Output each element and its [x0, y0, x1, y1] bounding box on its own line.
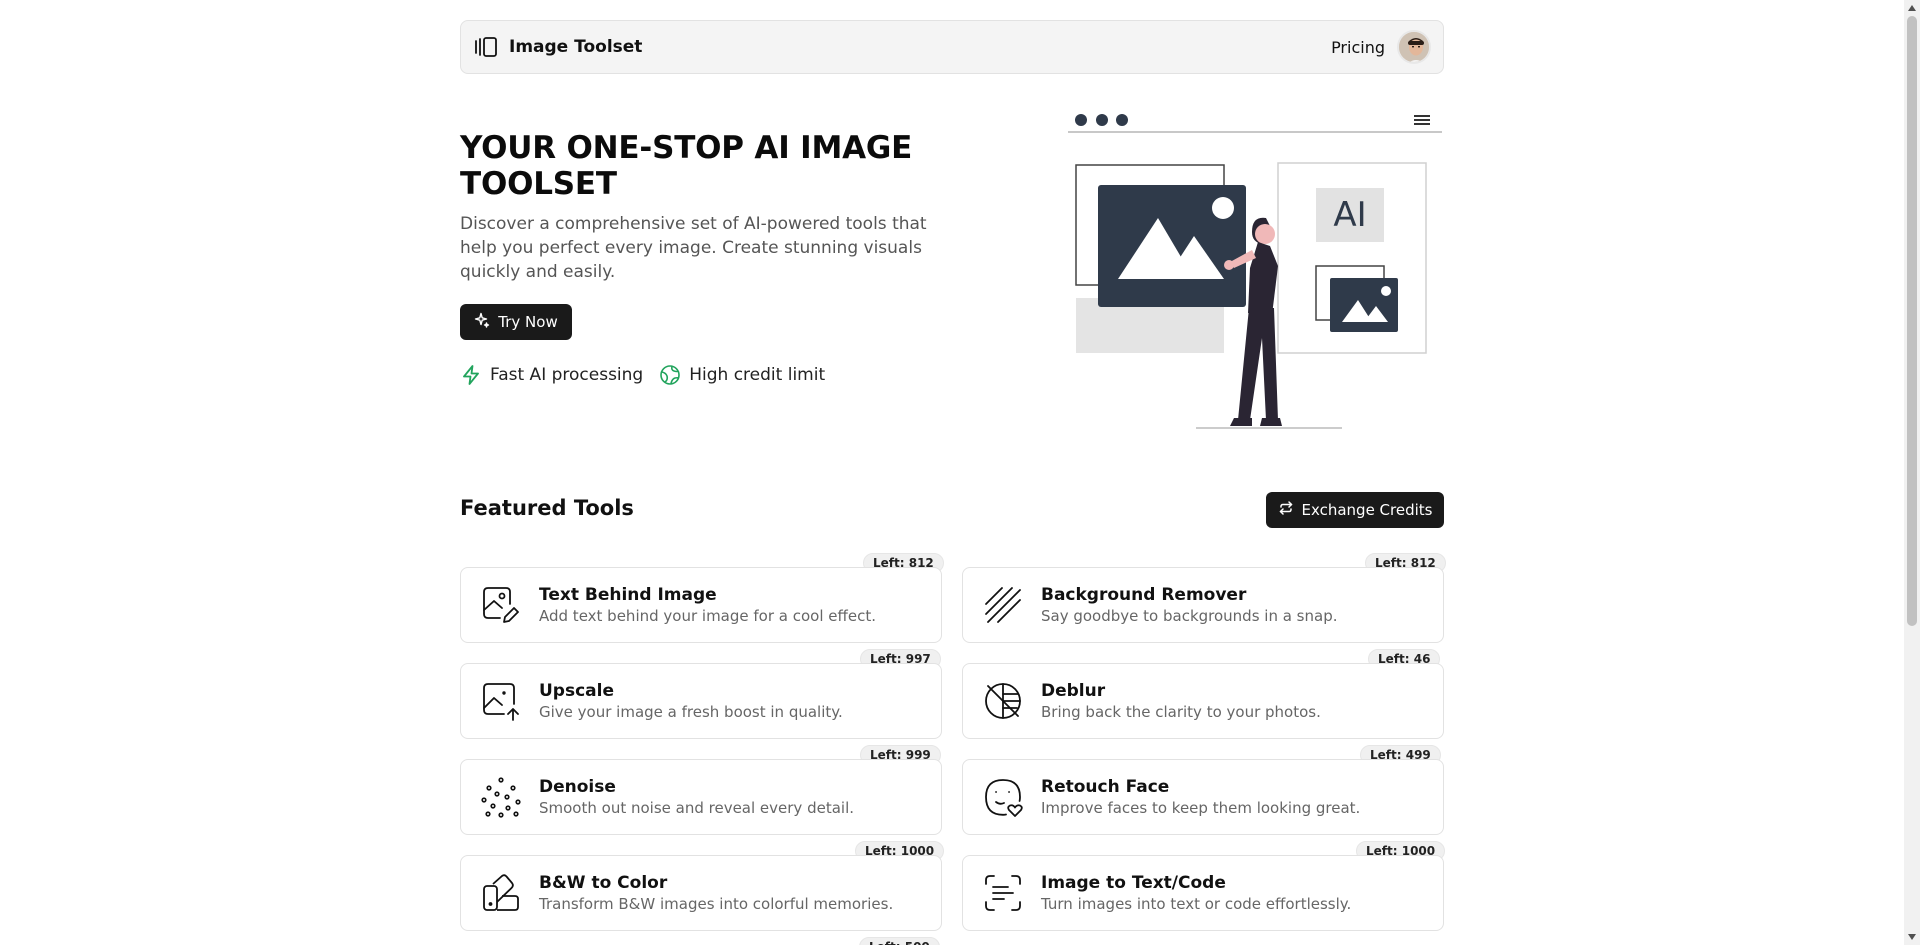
diagonal-lines-icon — [981, 583, 1025, 627]
tool-card-upscale[interactable]: Upscale Give your image a fresh boost in… — [460, 663, 942, 739]
sparkle-icon — [474, 312, 490, 332]
page: Image Toolset Pricing YOUR ONE-STOP AI I… — [0, 0, 1904, 945]
scroll-up-arrow-icon[interactable] — [1904, 0, 1920, 16]
tool-text: Denoise Smooth out noise and reveal ever… — [539, 776, 854, 818]
lightning-icon — [460, 364, 482, 386]
hero-illustration: AI — [1066, 108, 1446, 432]
scroll-down-arrow-icon[interactable] — [1904, 929, 1920, 945]
credits-badge-partial: Left: 500 — [859, 937, 940, 945]
brand[interactable]: Image Toolset — [473, 34, 642, 60]
tool-description: Give your image a fresh boost in quality… — [539, 703, 843, 721]
feature-label: Fast AI processing — [490, 365, 644, 385]
exchange-credits-button[interactable]: Exchange Credits — [1266, 492, 1444, 528]
tool-title: Image to Text/Code — [1041, 873, 1226, 893]
featured-tools-title: Featured Tools — [460, 496, 634, 520]
tool-title: Upscale — [539, 681, 614, 701]
tool-title: Retouch Face — [1041, 777, 1170, 797]
tool-description: Turn images into text or code effortless… — [1041, 895, 1352, 913]
sidebar-toggle-icon[interactable] — [473, 34, 499, 60]
scroll-thumb[interactable] — [1907, 16, 1917, 626]
top-navbar: Image Toolset Pricing — [460, 20, 1444, 74]
tool-card-background-remover[interactable]: Background Remover Say goodbye to backgr… — [962, 567, 1444, 643]
tool-description: Bring back the clarity to your photos. — [1041, 703, 1321, 721]
feature-fast-processing: Fast AI processing — [460, 364, 643, 386]
hero-title: YOUR ONE-STOP AI IMAGE TOOLSET — [460, 130, 913, 202]
tool-description: Add text behind your image for a cool ef… — [539, 607, 876, 625]
tool-title: Denoise — [539, 777, 616, 797]
image-edit-icon — [479, 583, 523, 627]
swatch-icon — [479, 871, 523, 915]
brand-name: Image Toolset — [509, 37, 643, 57]
tool-description: Smooth out noise and reveal every detail… — [539, 799, 854, 817]
tool-text: Background Remover Say goodbye to backgr… — [1041, 584, 1337, 626]
hero-features: Fast AI processing High credit limit — [460, 364, 825, 386]
globe-icon — [659, 364, 681, 386]
tool-description: Transform B&W images into colorful memor… — [539, 895, 894, 913]
ai-label: AI — [1333, 195, 1367, 235]
tool-card-deblur[interactable]: Deblur Bring back the clarity to your ph… — [962, 663, 1444, 739]
tool-text: Image to Text/Code Turn images into text… — [1041, 872, 1351, 914]
tool-title: B&W to Color — [539, 873, 668, 893]
tool-description: Say goodbye to backgrounds in a snap. — [1041, 607, 1338, 625]
tool-text: Retouch Face Improve faces to keep them … — [1041, 776, 1360, 818]
hero-description: Discover a comprehensive set of AI-power… — [460, 214, 927, 282]
exchange-credits-label: Exchange Credits — [1301, 501, 1433, 519]
feature-label: High credit limit — [689, 365, 826, 385]
tool-text: Text Behind Image Add text behind your i… — [539, 584, 876, 626]
feature-credit-limit: High credit limit — [659, 364, 825, 386]
tool-title: Background Remover — [1041, 585, 1247, 605]
tool-text: Deblur Bring back the clarity to your ph… — [1041, 680, 1321, 722]
tool-text: B&W to Color Transform B&W images into c… — [539, 872, 893, 914]
tool-title: Text Behind Image — [539, 585, 717, 605]
tool-text: Upscale Give your image a fresh boost in… — [539, 680, 843, 722]
try-now-button[interactable]: Try Now — [460, 304, 572, 340]
deblur-icon — [981, 679, 1025, 723]
tool-card-retouch-face[interactable]: Retouch Face Improve faces to keep them … — [962, 759, 1444, 835]
scan-text-icon — [981, 871, 1025, 915]
image-upscale-icon — [479, 679, 523, 723]
tool-card-denoise[interactable]: Denoise Smooth out noise and reveal ever… — [460, 759, 942, 835]
user-avatar[interactable] — [1397, 30, 1431, 64]
nav-right: Pricing — [1331, 30, 1431, 64]
pricing-link[interactable]: Pricing — [1331, 38, 1385, 57]
face-heart-icon — [981, 775, 1025, 819]
tool-description: Improve faces to keep them looking great… — [1041, 799, 1361, 817]
try-now-label: Try Now — [498, 313, 558, 331]
exchange-icon — [1278, 500, 1294, 520]
page-scrollbar[interactable] — [1904, 0, 1920, 945]
tool-title: Deblur — [1041, 681, 1106, 701]
tool-card-image-to-text[interactable]: Image to Text/Code Turn images into text… — [962, 855, 1444, 931]
tool-card-bw-to-color[interactable]: B&W to Color Transform B&W images into c… — [460, 855, 942, 931]
tool-card-text-behind-image[interactable]: Text Behind Image Add text behind your i… — [460, 567, 942, 643]
dots-icon — [479, 775, 523, 819]
